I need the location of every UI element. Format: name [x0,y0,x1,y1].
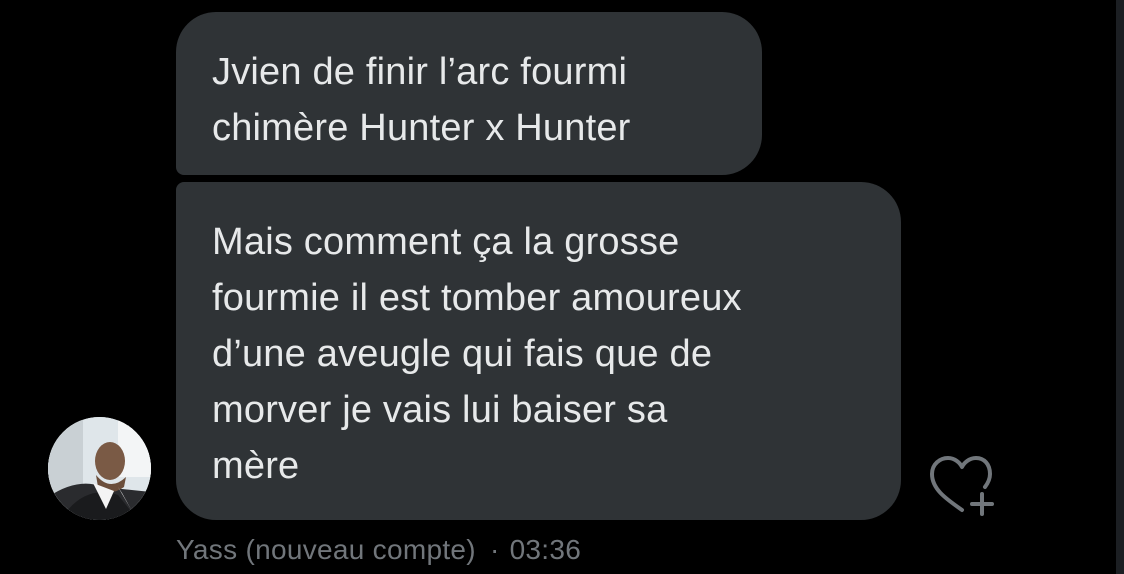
avatar-photo [48,417,151,520]
sender-name[interactable]: Yass (nouveau compte) [176,534,476,565]
message-meta: Yass (nouveau compte) · 03:36 [176,530,581,570]
message-bubble[interactable]: Jvien de finir l’arc fourmi chimère Hunt… [176,12,762,175]
sender-avatar[interactable] [48,417,151,520]
message-timestamp: 03:36 [509,534,582,565]
meta-separator: · [489,534,500,565]
heart-plus-icon[interactable] [924,452,1000,520]
message-bubble[interactable]: Mais comment ça la grosse fourmie il est… [176,182,901,520]
scrollbar-track[interactable] [1116,0,1124,574]
heart-plus-icon-graphic [930,456,994,516]
